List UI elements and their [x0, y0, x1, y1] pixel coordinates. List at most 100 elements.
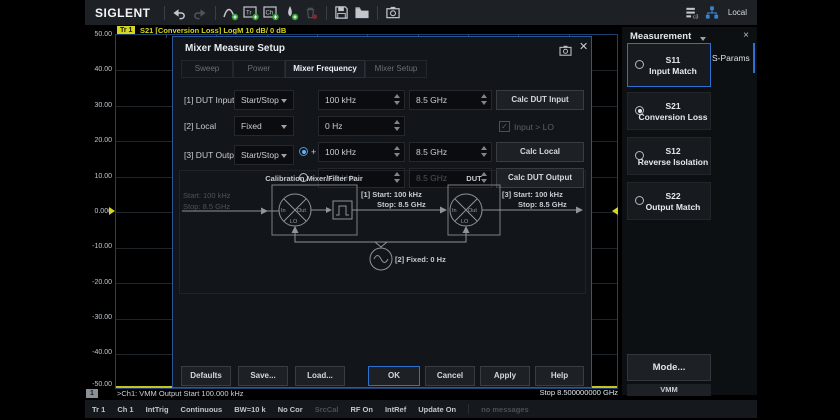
dut-box-label: DUT — [466, 174, 482, 183]
status-update[interactable]: Update On — [418, 405, 456, 414]
mode-value-badge: VMM — [627, 384, 711, 396]
mode-button[interactable]: Mode... — [627, 354, 711, 381]
tab-power[interactable]: Power — [233, 60, 285, 78]
dialog-screenshot-icon[interactable] — [559, 43, 572, 61]
stepper-icons[interactable] — [394, 146, 400, 157]
dut-input-stop-field[interactable]: 8.5 GHz — [409, 90, 492, 110]
siglent-logo: SIGLENT — [95, 6, 151, 20]
local-status-label[interactable]: Local — [728, 8, 747, 17]
network-icon[interactable] — [702, 4, 722, 22]
tab-mixer-frequency[interactable]: Mixer Frequency — [285, 60, 365, 78]
channel-number-chip[interactable]: 1 — [86, 389, 98, 398]
tab-mixer-setup[interactable]: Mixer Setup — [365, 60, 427, 78]
status-trace[interactable]: Tr 1 — [92, 405, 105, 414]
toolbar-separator — [377, 6, 378, 20]
dropdown-value: Fixed — [241, 121, 262, 131]
y-axis-label: 40.00 — [84, 66, 112, 74]
measurement-item-s12[interactable]: S12 Reverse Isolation — [627, 137, 711, 175]
stepper-icons[interactable] — [481, 94, 487, 105]
dut-output-plus-start-field[interactable]: 100 kHz — [318, 142, 405, 162]
stage3-stop-label: Stop: 8.5 GHz — [518, 200, 567, 209]
measurement-item-s22[interactable]: S22 Output Match — [627, 182, 711, 220]
status-trigger[interactable]: IntTrig — [146, 405, 169, 414]
radio-s12[interactable] — [635, 151, 644, 160]
status-rf[interactable]: RF On — [350, 405, 373, 414]
input-gt-lo-checkbox[interactable]: ✓ Input > LO — [499, 121, 554, 132]
dut-output-label: [3] DUT Output — [184, 145, 241, 165]
dut-input-start-field[interactable]: 100 kHz — [318, 90, 405, 110]
status-sweep[interactable]: Continuous — [181, 405, 223, 414]
mixer-measure-setup-dialog: Mixer Measure Setup ✕ Sweep Power Mixer … — [172, 36, 592, 388]
channel-status-label: >Ch1: VMM Output Start 100.000 kHz — [117, 389, 244, 398]
y-axis-label: 0.000 — [84, 208, 112, 216]
s-params-tab[interactable]: S-Params — [712, 53, 750, 63]
local-frequency-field[interactable]: 0 Hz — [318, 116, 405, 136]
stepper-icons[interactable] — [394, 94, 400, 105]
mixer-out-label: Out — [297, 208, 306, 214]
calc-dut-input-button[interactable]: Calc DUT Input — [496, 90, 584, 110]
stop-frequency-label: Stop 8.500000000 GHz — [478, 388, 618, 397]
close-icon[interactable]: × — [743, 30, 749, 41]
dialog-close-icon[interactable]: ✕ — [579, 40, 588, 53]
add-channel-icon[interactable]: Ch — [261, 4, 281, 22]
save-icon[interactable] — [332, 4, 352, 22]
load-button[interactable]: Load... — [295, 366, 345, 386]
dialog-tabs: Sweep Power Mixer Frequency Mixer Setup — [181, 60, 427, 78]
status-bandwidth[interactable]: BW=10 k — [234, 405, 265, 414]
calc-local-button[interactable]: Calc Local — [496, 142, 584, 162]
status-srccal[interactable]: SrcCal — [315, 405, 339, 414]
panel-title[interactable]: Measurement — [630, 31, 691, 42]
dropdown-value: Start/Stop — [241, 95, 279, 105]
status-reference[interactable]: IntRef — [385, 405, 406, 414]
toolbar-separator — [215, 6, 216, 20]
radio-s22[interactable] — [635, 196, 644, 205]
lo-fixed-label: [2] Fixed: 0 Hz — [395, 255, 446, 264]
stepper-icons[interactable] — [394, 120, 400, 131]
delete-icon[interactable] — [301, 4, 321, 22]
stepper-icons[interactable] — [481, 146, 487, 157]
dut-output-plus-stop-field[interactable]: 8.5 GHz — [409, 142, 492, 162]
mixer-lo-label: LO — [461, 219, 469, 225]
add-marker-icon[interactable] — [281, 4, 301, 22]
measurement-item-s11[interactable]: S11 Input Match — [627, 43, 711, 87]
recall-folder-icon[interactable] — [352, 4, 372, 22]
chevron-down-icon[interactable] — [700, 37, 706, 41]
radio-s11[interactable] — [635, 60, 644, 69]
save-button[interactable]: Save... — [238, 366, 288, 386]
window-layout-icon[interactable]: c3 — [682, 4, 702, 22]
checkbox-label: Input > LO — [514, 122, 554, 132]
stage1-start-label: [1] Start: 100 kHz — [361, 190, 422, 199]
help-button[interactable]: Help — [535, 366, 584, 386]
calibration-box-label: Calibration Mixer/Filter Pair — [265, 174, 363, 183]
status-bar: Tr 1 Ch 1 IntTrig Continuous BW=10 k No … — [85, 400, 757, 418]
radio-s21-selected[interactable] — [635, 106, 644, 115]
dropdown-value: Start/Stop — [241, 150, 279, 160]
dialog-title: Mixer Measure Setup — [185, 43, 285, 54]
field-value: 8.5 GHz — [416, 147, 447, 157]
defaults-button[interactable]: Defaults — [181, 366, 231, 386]
cancel-button[interactable]: Cancel — [425, 366, 475, 386]
dut-input-mode-dropdown[interactable]: Start/Stop — [234, 90, 294, 110]
ok-button[interactable]: OK — [368, 366, 420, 386]
status-channel[interactable]: Ch 1 — [117, 405, 133, 414]
local-mode-dropdown[interactable]: Fixed — [234, 116, 294, 136]
redo-icon[interactable] — [190, 4, 210, 22]
svg-text:Tr: Tr — [246, 10, 251, 16]
apply-button[interactable]: Apply — [480, 366, 530, 386]
toolbar: SIGLENT Tr Ch — [85, 0, 757, 25]
radio-output-plus-selected[interactable] — [299, 147, 308, 156]
add-trace-icon[interactable] — [221, 4, 241, 22]
undo-icon[interactable] — [170, 4, 190, 22]
y-axis-label: 20.00 — [84, 137, 112, 145]
y-axis-label: -30.00 — [84, 314, 112, 322]
dut-output-mode-dropdown[interactable]: Start/Stop — [234, 145, 294, 165]
screenshot-icon[interactable] — [383, 4, 403, 22]
status-correction[interactable]: No Cor — [278, 405, 303, 414]
status-message: no messages — [481, 405, 529, 414]
tab-sweep[interactable]: Sweep — [181, 60, 233, 78]
measurement-name: Input Match — [641, 66, 697, 76]
add-trace-window-icon[interactable]: Tr — [241, 4, 261, 22]
field-value: 8.5 GHz — [416, 95, 447, 105]
measurement-item-s21[interactable]: S21 Conversion Loss — [627, 92, 711, 130]
checkbox-checked-icon[interactable]: ✓ — [499, 121, 510, 132]
